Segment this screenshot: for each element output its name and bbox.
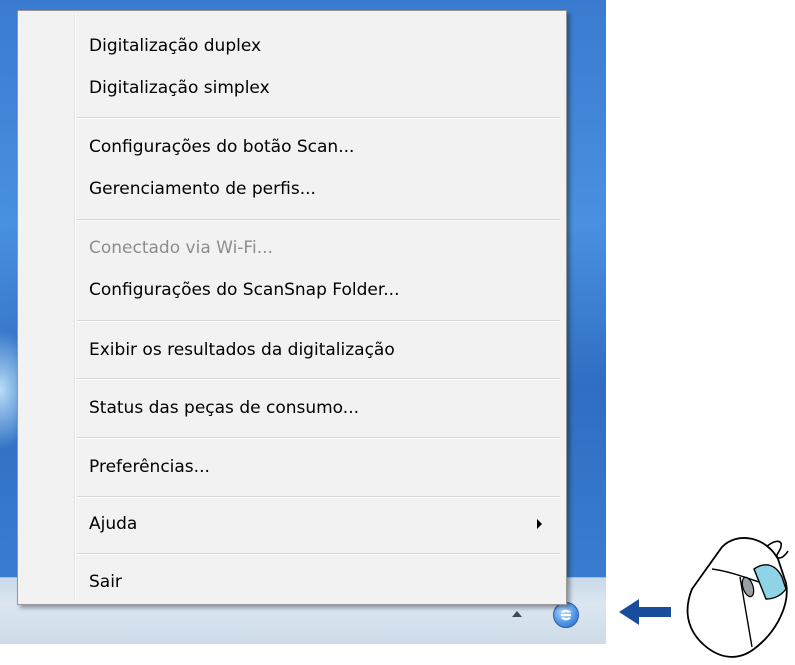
submenu-arrow-icon (537, 519, 542, 529)
menu-separator (77, 378, 560, 380)
menu-separator (77, 496, 560, 498)
menu-item-preferences[interactable]: Preferências... (21, 448, 562, 486)
menu-separator (77, 117, 560, 119)
menu-item-label: Exibir os resultados da digitalização (89, 340, 395, 360)
menu-separator (77, 219, 560, 221)
menu-item-duplex-scan[interactable]: Digitalização duplex (21, 27, 562, 65)
menu-item-label: Digitalização simplex (89, 78, 270, 98)
menu-item-label: Ajuda (89, 514, 138, 534)
menu-item-label: Configurações do ScanSnap Folder... (89, 280, 400, 300)
menu-item-simplex-scan[interactable]: Digitalização simplex (21, 69, 562, 107)
menu-item-label: Preferências... (89, 457, 210, 477)
menu-item-profile-management[interactable]: Gerenciamento de perfis... (21, 170, 562, 208)
menu-separator (77, 553, 560, 555)
show-hidden-icons-arrow-icon[interactable] (512, 611, 522, 617)
menu-item-scansnap-folder-settings[interactable]: Configurações do ScanSnap Folder... (21, 271, 562, 309)
scansnap-manager-icon[interactable] (553, 602, 579, 628)
menu-item-exit[interactable]: Sair (21, 563, 562, 601)
menu-item-label: Conectado via Wi-Fi... (89, 238, 273, 258)
menu-item-label: Sair (89, 572, 122, 592)
menu-separator (77, 320, 560, 322)
scansnap-context-menu: Digitalização duplex Digitalização simpl… (17, 10, 567, 605)
menu-item-label: Configurações do botão Scan... (89, 137, 355, 157)
menu-item-help[interactable]: Ajuda (21, 505, 562, 543)
menu-item-wifi-connected: Conectado via Wi-Fi... (21, 229, 562, 267)
left-arrow-icon (619, 599, 671, 625)
menu-item-label: Status das peças de consumo... (89, 398, 359, 418)
menu-separator (77, 437, 560, 439)
menu-item-label: Gerenciamento de perfis... (89, 179, 316, 199)
menu-item-consumables-status[interactable]: Status das peças de consumo... (21, 389, 562, 427)
menu-item-scan-button-settings[interactable]: Configurações do botão Scan... (21, 128, 562, 166)
mouse-right-click-icon (686, 537, 789, 658)
menu-item-show-scan-results[interactable]: Exibir os resultados da digitalização (21, 331, 562, 369)
menu-item-label: Digitalização duplex (89, 36, 262, 56)
